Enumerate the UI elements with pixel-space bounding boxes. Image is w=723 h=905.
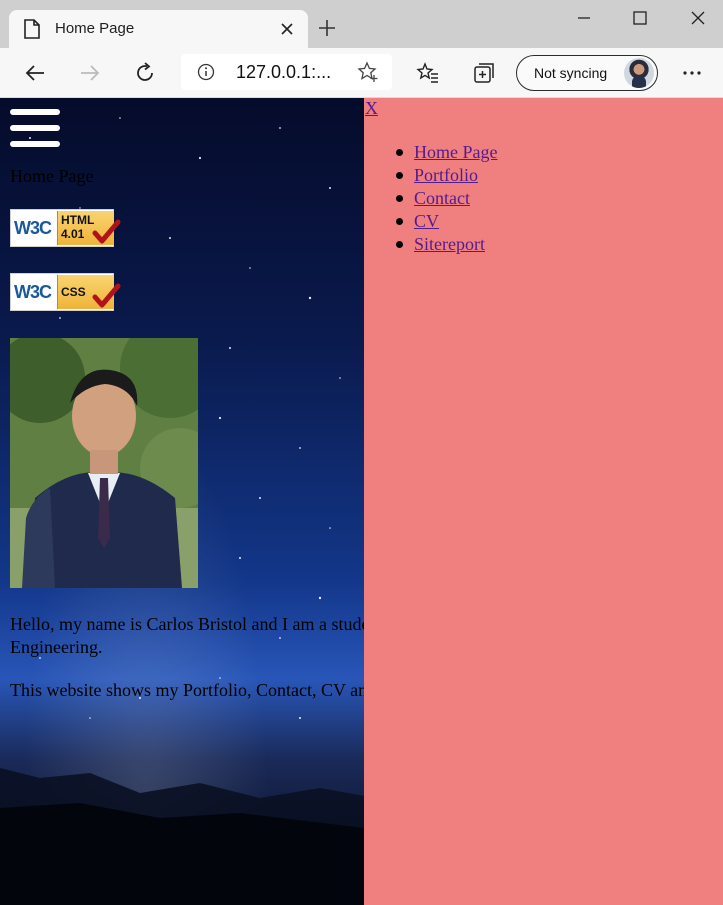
- w3c-css-badge[interactable]: W3C CSS: [10, 273, 121, 311]
- nav-list: Home Page Portfolio Contact CV Siterepor…: [395, 141, 497, 256]
- menu-toggle-button[interactable]: [10, 109, 60, 147]
- browser-tab[interactable]: Home Page: [9, 10, 308, 48]
- maximize-icon[interactable]: [630, 8, 650, 28]
- forward-arrow-icon[interactable]: [78, 61, 102, 85]
- bio-line-3: This website shows my Portfolio, Contact…: [10, 680, 364, 700]
- nav-link-cv[interactable]: CV: [414, 211, 439, 231]
- bio-line-2: Engineering.: [10, 637, 103, 657]
- close-nav-button[interactable]: X: [365, 98, 378, 119]
- w3c-logo: W3C: [14, 218, 52, 238]
- nav-item-contact: Contact: [395, 187, 497, 210]
- w3c-logo: W3C: [14, 282, 52, 302]
- minimize-icon[interactable]: [574, 8, 594, 28]
- bio-section: Hello, my name is Carlos Bristol and I a…: [10, 613, 364, 722]
- nav-link-contact[interactable]: Contact: [414, 188, 470, 208]
- profile-photo: [10, 338, 198, 588]
- nav-item-portfolio: Portfolio: [395, 164, 497, 187]
- badge-text: HTML 4.01: [61, 213, 95, 241]
- address-text[interactable]: 127.0.0.1:...: [236, 62, 331, 83]
- nav-item-cv: CV: [395, 210, 497, 233]
- refresh-icon[interactable]: [133, 61, 157, 85]
- checkmark-icon: [92, 283, 121, 308]
- close-icon[interactable]: [279, 21, 295, 37]
- star-add-icon[interactable]: [357, 61, 379, 83]
- badge-text: CSS: [61, 285, 86, 299]
- browser-titlebar: Home Page: [0, 0, 723, 48]
- tab-title: Home Page: [55, 20, 135, 37]
- sync-label: Not syncing: [534, 65, 608, 81]
- page-title: Home Page: [10, 166, 94, 186]
- page-icon: [24, 19, 40, 39]
- info-icon[interactable]: [197, 63, 215, 81]
- nav-link-sitereport[interactable]: Sitereport: [414, 234, 485, 254]
- w3c-html-badge[interactable]: W3C HTML 4.01: [10, 209, 121, 247]
- collections-icon[interactable]: [472, 61, 496, 85]
- side-navigation: X Home Page Portfolio Contact CV Siterep…: [364, 98, 723, 905]
- mountains-silhouette: [0, 768, 364, 905]
- bio-line-1: Hello, my name is Carlos Bristol and I a…: [10, 614, 364, 634]
- back-arrow-icon[interactable]: [23, 61, 47, 85]
- profile-avatar: [624, 58, 654, 88]
- checkmark-icon: [92, 219, 121, 244]
- more-icon[interactable]: [680, 61, 704, 85]
- address-bar[interactable]: 127.0.0.1:...: [181, 54, 392, 90]
- favorites-icon[interactable]: [416, 61, 440, 85]
- browser-toolbar: 127.0.0.1:... Not syncing: [0, 48, 723, 98]
- nav-link-portfolio[interactable]: Portfolio: [414, 165, 478, 185]
- nav-item-sitereport: Sitereport: [395, 233, 497, 256]
- page-viewport: Home Page W3C HTML 4.01 W3C CSS Hello, m…: [0, 98, 723, 905]
- sync-button[interactable]: Not syncing: [516, 55, 658, 91]
- window-close-icon[interactable]: [688, 8, 708, 28]
- nav-item-home: Home Page: [395, 141, 497, 164]
- plus-icon[interactable]: [317, 18, 337, 38]
- nav-link-home[interactable]: Home Page: [414, 142, 497, 162]
